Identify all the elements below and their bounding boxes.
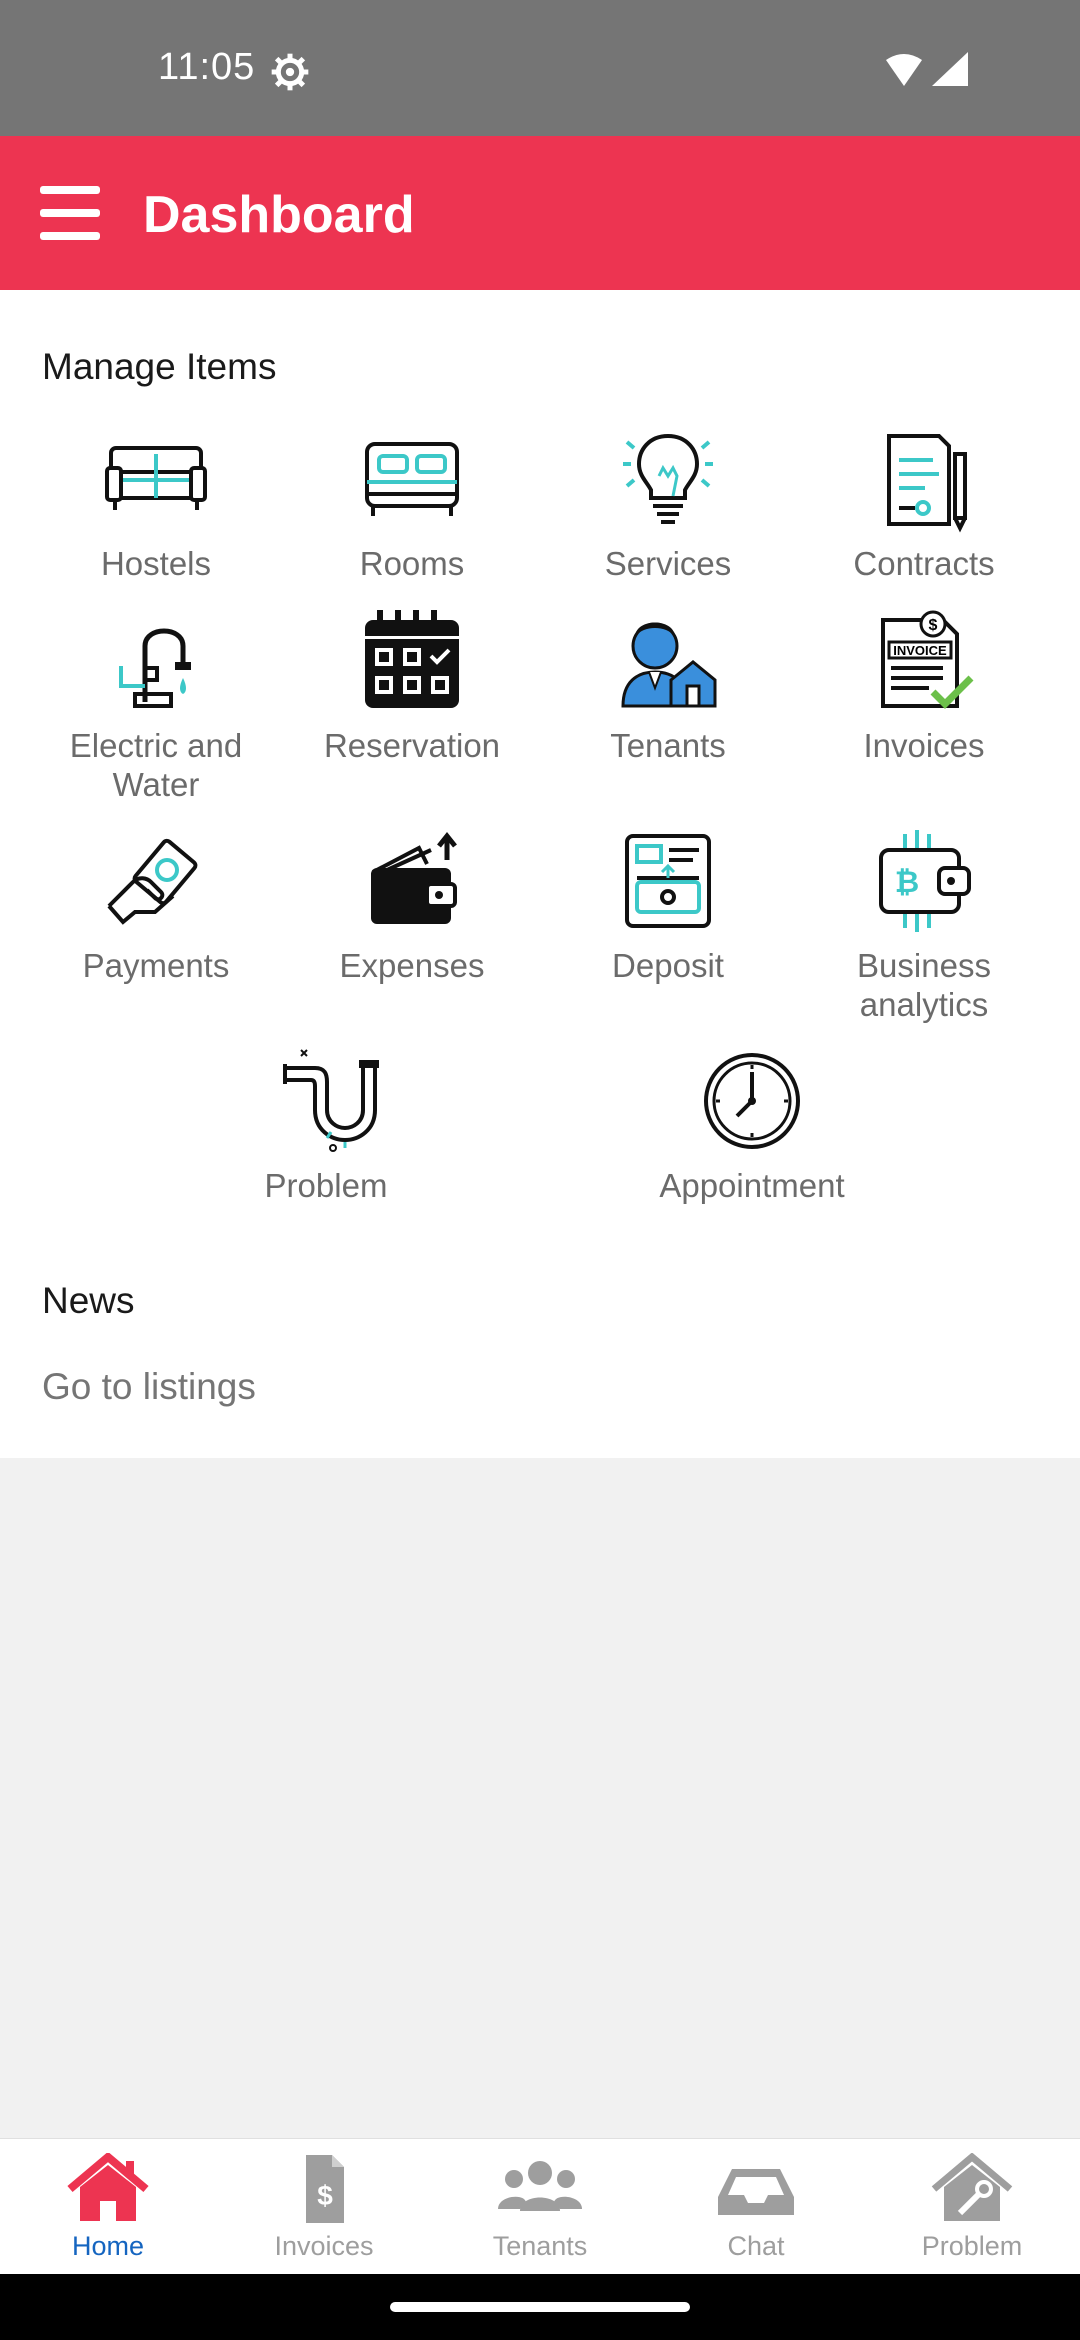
tile-invoices[interactable]: $ INVOICE Invoices — [804, 606, 1044, 765]
page-title: Dashboard — [143, 186, 415, 244]
house-tool-icon — [931, 2153, 1013, 2221]
bottom-navigation: Home $ Invoices Tenants Chat Problem — [0, 2138, 1080, 2275]
news-title: News — [42, 1280, 135, 1321]
tile-rooms[interactable]: Rooms — [292, 424, 532, 583]
tile-label: Hostels — [100, 545, 212, 582]
nav-label: Home — [71, 2231, 145, 2261]
tile-label: Appointment — [659, 1167, 845, 1204]
pipe-leak-icon — [283, 1049, 379, 1152]
sofa-icon — [105, 446, 207, 510]
payment-hand-icon — [107, 838, 198, 925]
manage-items-title: Manage Items — [42, 346, 277, 387]
calendar-icon — [365, 610, 459, 708]
status-time: 11:05 — [158, 46, 256, 88]
tile-reservation[interactable]: Reservation — [292, 606, 532, 765]
invoice-doc-icon: $ — [306, 2155, 344, 2223]
contract-icon — [887, 434, 967, 533]
inbox-icon — [718, 2169, 794, 2215]
clock-icon — [704, 1053, 800, 1149]
tile-label: Rooms — [359, 545, 465, 582]
nav-tenants[interactable]: Tenants — [432, 2139, 648, 2275]
tile-label: Invoices — [863, 727, 985, 764]
home-icon — [67, 2153, 149, 2221]
hamburger-menu-icon[interactable] — [40, 186, 100, 240]
tile-contracts[interactable]: Contracts — [804, 424, 1044, 583]
tenant-icon — [621, 622, 717, 708]
tile-label: Problem — [264, 1167, 388, 1204]
tile-label: Business analytics — [857, 947, 991, 1023]
deposit-icon — [625, 834, 711, 928]
tile-label: Electric and Water — [69, 727, 243, 803]
tile-label: Contracts — [853, 545, 995, 582]
nav-home[interactable]: Home — [0, 2139, 216, 2275]
home-gesture-handle[interactable] — [390, 2302, 690, 2312]
gesture-bar — [0, 2274, 1080, 2340]
app-bar: Dashboard — [0, 136, 1080, 290]
tile-label: Reservation — [323, 727, 501, 764]
tile-hostels[interactable]: Hostels — [36, 424, 276, 583]
tile-services[interactable]: Services — [548, 424, 788, 583]
tile-label: Expenses — [339, 947, 485, 984]
nav-label: Chat — [727, 2231, 785, 2261]
nav-label: Invoices — [274, 2231, 374, 2261]
tile-label: Services — [604, 545, 732, 582]
svg-text:₿: ₿ — [895, 866, 919, 899]
go-to-listings-link[interactable]: Go to listings — [42, 1366, 256, 1408]
nav-chat[interactable]: Chat — [648, 2139, 864, 2275]
tile-expenses[interactable]: Expenses — [292, 826, 532, 985]
tile-tenants[interactable]: Tenants — [548, 606, 788, 765]
bed-icon — [365, 442, 459, 516]
tile-label: Deposit — [612, 947, 724, 984]
faucet-icon — [119, 628, 191, 708]
users-icon — [498, 2161, 582, 2211]
settings-gear-icon — [271, 53, 309, 91]
bitcoin-wallet-icon: ₿ — [879, 830, 971, 932]
tile-label: Payments — [82, 947, 230, 984]
tile-label: Tenants — [610, 727, 726, 764]
wallet-icon — [371, 831, 457, 924]
tile-business-analytics[interactable]: ₿ Business analytics — [804, 826, 1044, 1024]
tile-appointment[interactable]: Appointment — [632, 1046, 872, 1205]
wifi-signal-icon — [886, 52, 968, 86]
tile-payments[interactable]: Payments — [36, 826, 276, 985]
status-bar: 11:05 — [0, 0, 1080, 136]
nav-invoices[interactable]: $ Invoices — [216, 2139, 432, 2275]
tile-deposit[interactable]: Deposit — [548, 826, 788, 985]
tile-problem[interactable]: Problem — [206, 1046, 446, 1205]
nav-label: Tenants — [492, 2231, 588, 2261]
svg-text:$: $ — [317, 2180, 333, 2211]
dashboard-content: Manage Items Hostels Rooms Services Cont… — [0, 290, 1080, 1458]
lightbulb-icon — [623, 433, 713, 524]
nav-problem[interactable]: Problem — [864, 2139, 1080, 2275]
svg-text:$: $ — [929, 617, 938, 634]
nav-label: Problem — [921, 2231, 1023, 2261]
svg-text:INVOICE: INVOICE — [893, 643, 947, 658]
tile-electric-water[interactable]: Electric and Water — [36, 606, 276, 804]
invoice-icon: $ INVOICE — [881, 610, 974, 709]
